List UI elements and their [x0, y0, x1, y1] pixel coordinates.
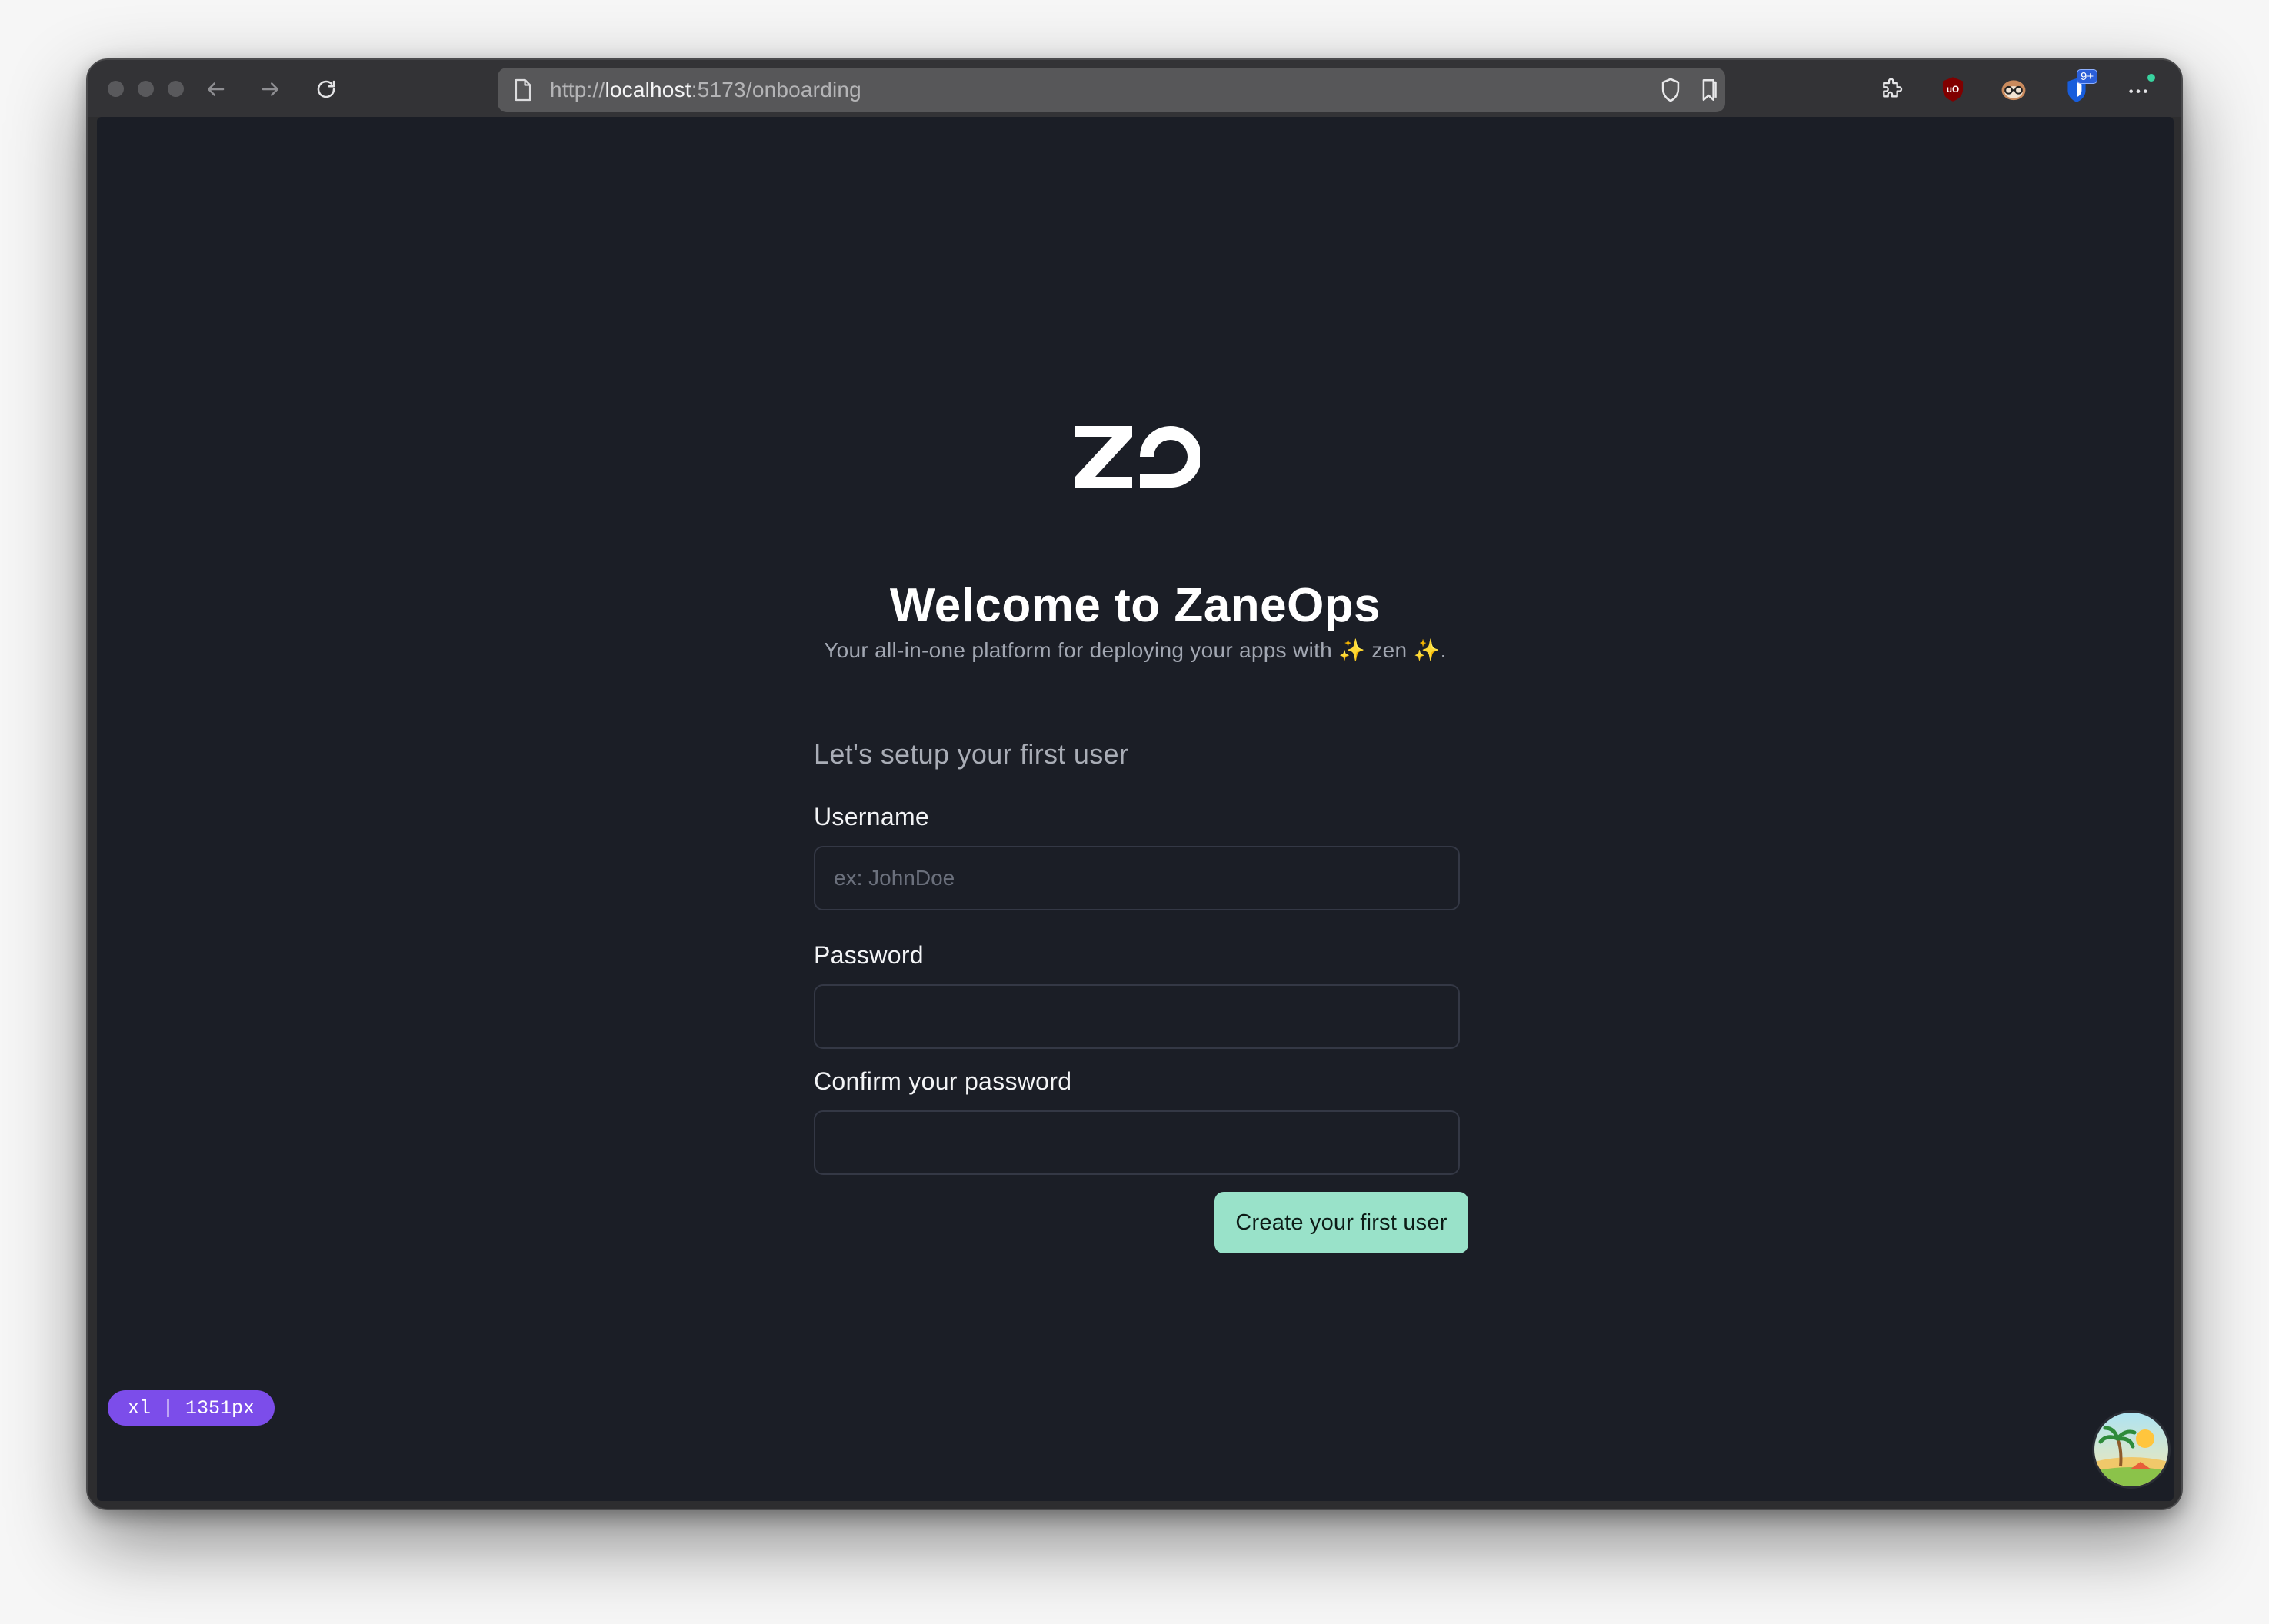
more-menu-icon[interactable]: [2121, 72, 2155, 106]
ublock-icon[interactable]: uO: [1936, 72, 1970, 106]
browser-toolbar: http://localhost:5173/onboarding uO 9+: [88, 60, 2181, 117]
password-label: Password: [814, 941, 924, 969]
password-input[interactable]: [814, 984, 1460, 1049]
bookmark-icon[interactable]: [1698, 77, 1721, 107]
page-title: Welcome to ZaneOps: [889, 579, 1381, 632]
browser-window: http://localhost:5173/onboarding uO 9+ W…: [86, 58, 2183, 1510]
url-text: http://localhost:5173/onboarding: [550, 78, 861, 102]
confirm-password-label: Confirm your password: [814, 1067, 1072, 1095]
page-viewport: Welcome to ZaneOps Your all-in-one platf…: [97, 117, 2174, 1501]
update-dot: [2147, 74, 2155, 82]
confirm-password-input[interactable]: [814, 1110, 1460, 1175]
svg-text:uO: uO: [1947, 85, 1959, 95]
page-subtitle: Your all-in-one platform for deploying y…: [824, 638, 1447, 662]
page-icon: [513, 78, 533, 106]
avatar[interactable]: [2092, 1410, 2171, 1489]
bitwarden-icon[interactable]: 9+: [2060, 69, 2098, 106]
minimize-window-button[interactable]: [138, 81, 154, 97]
shield-icon[interactable]: [1659, 77, 1682, 107]
zaneops-logo: [1072, 423, 1201, 494]
create-first-user-button[interactable]: Create your first user: [1214, 1192, 1468, 1253]
breakpoint-badge: xl | 1351px: [108, 1390, 275, 1426]
address-bar[interactable]: http://localhost:5173/onboarding: [498, 68, 1725, 112]
username-label: Username: [814, 803, 930, 830]
setup-heading: Let's setup your first user: [814, 738, 1129, 770]
extensions-puzzle-icon[interactable]: [1875, 72, 1909, 106]
privacy-badger-icon[interactable]: [1997, 72, 2031, 106]
username-input[interactable]: [814, 846, 1460, 910]
forward-arrow-icon[interactable]: [254, 72, 288, 106]
notification-count-badge: 9+: [2077, 69, 2098, 84]
maximize-window-button[interactable]: [168, 81, 184, 97]
back-arrow-icon[interactable]: [198, 72, 232, 106]
reload-icon[interactable]: [309, 72, 343, 106]
close-window-button[interactable]: [108, 81, 124, 97]
